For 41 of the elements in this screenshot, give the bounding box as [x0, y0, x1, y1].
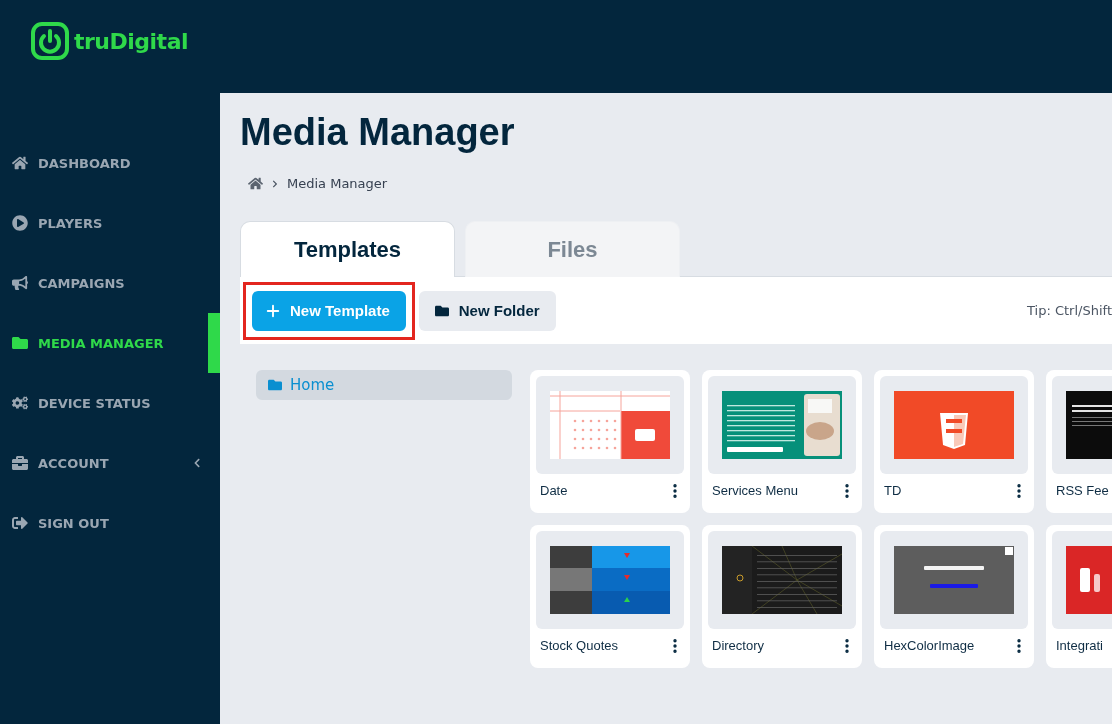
power-logo-icon [30, 21, 70, 61]
template-name: Stock Quotes [540, 638, 619, 653]
template-name: RSS Fee [1056, 483, 1109, 498]
home-icon[interactable] [248, 176, 263, 191]
template-card[interactable]: HexColorImage [874, 525, 1034, 668]
folder-icon [268, 378, 282, 392]
breadcrumb-item: Media Manager [287, 176, 388, 191]
brand-name: truDigital [74, 28, 189, 54]
template-name: Integrati [1056, 638, 1103, 653]
template-name: HexColorImage [884, 638, 975, 653]
briefcase-icon [12, 455, 28, 471]
new-folder-button[interactable]: New Folder [418, 290, 556, 331]
chevron-icon [271, 179, 279, 188]
home-icon [12, 155, 28, 171]
template-card[interactable]: TD [874, 370, 1034, 513]
template-card[interactable]: Date [530, 370, 690, 513]
template-card[interactable]: Services Menu [702, 370, 862, 513]
template-card[interactable]: Integrati [1046, 525, 1112, 668]
sidebar-item[interactable]: ACCOUNT [0, 433, 220, 493]
sidebar-item[interactable]: DASHBOARD [0, 133, 220, 193]
sidebar-item[interactable]: PLAYERS [0, 193, 220, 253]
gears-icon [12, 395, 28, 411]
folder-label: Home [290, 376, 335, 394]
sidebar-item[interactable]: SIGN OUT [0, 493, 220, 553]
template-name: Directory [712, 638, 764, 653]
tab[interactable]: Templates [240, 221, 455, 277]
template-card[interactable]: Stock Quotes [530, 525, 690, 668]
tip-text: Tip: Ctrl/Shift [1027, 303, 1112, 318]
template-card[interactable]: Directory [702, 525, 862, 668]
megaphone-icon [12, 275, 28, 291]
sign-out-icon [12, 515, 28, 531]
template-name: TD [884, 483, 902, 498]
template-name: Services Menu [712, 483, 798, 498]
folder-icon [12, 335, 28, 351]
template-name: Date [540, 483, 568, 498]
sidebar-item[interactable]: DEVICE STATUS [0, 373, 220, 433]
sidebar-item[interactable]: CAMPAIGNS [0, 253, 220, 313]
page-title: Media Manager [240, 111, 516, 154]
folder-icon [434, 303, 449, 318]
template-card[interactable]: RSS Fee [1046, 370, 1112, 513]
play-icon [12, 215, 28, 231]
